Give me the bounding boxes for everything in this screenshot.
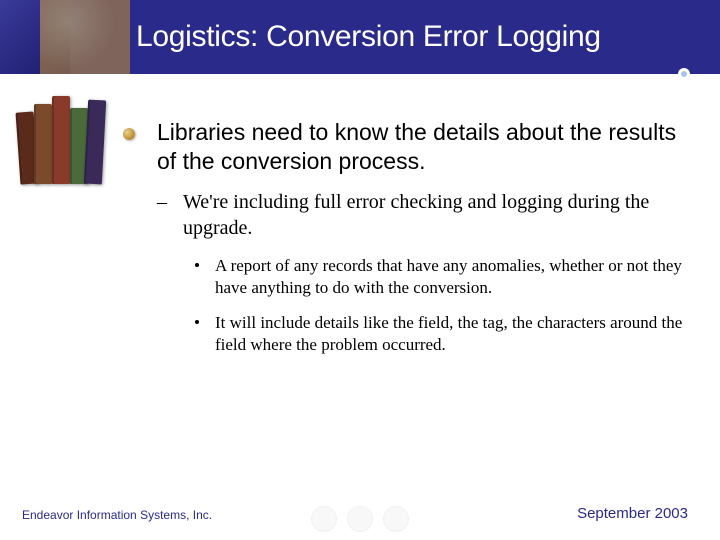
footer-decorative-dots xyxy=(311,506,409,532)
slide-body: Libraries need to know the details about… xyxy=(145,118,685,369)
bullet-level-1: Libraries need to know the details about… xyxy=(145,118,685,177)
footer-dot-icon xyxy=(383,506,409,532)
bullet-level-2: – We're including full error checking an… xyxy=(175,189,685,241)
slide-header: Logistics: Conversion Error Logging xyxy=(0,0,720,74)
footer-dot-icon xyxy=(311,506,337,532)
header-decorative-image xyxy=(0,0,130,74)
small-dot-icon xyxy=(195,320,199,324)
bullet-level-3: It will include details like the field, … xyxy=(207,312,685,357)
slide-title: Logistics: Conversion Error Logging xyxy=(136,20,601,54)
footer-dot-icon xyxy=(347,506,373,532)
bullet-level-3-text: A report of any records that have any an… xyxy=(215,256,682,297)
footer-company: Endeavor Information Systems, Inc. xyxy=(22,508,212,522)
slide-footer: Endeavor Information Systems, Inc. Septe… xyxy=(0,498,720,522)
small-dot-icon xyxy=(195,263,199,267)
bullet-level-3-text: It will include details like the field, … xyxy=(215,313,682,354)
footer-date: September 2003 xyxy=(577,505,688,522)
dash-icon: – xyxy=(157,189,167,215)
bullet-level-1-text: Libraries need to know the details about… xyxy=(157,119,676,174)
bullet-level-2-text: We're including full error checking and … xyxy=(183,191,649,239)
sidebar-books-image xyxy=(0,74,130,194)
header-accent-dot-icon xyxy=(678,68,690,80)
bullet-dot-icon xyxy=(123,128,135,140)
bullet-level-3: A report of any records that have any an… xyxy=(207,255,685,300)
